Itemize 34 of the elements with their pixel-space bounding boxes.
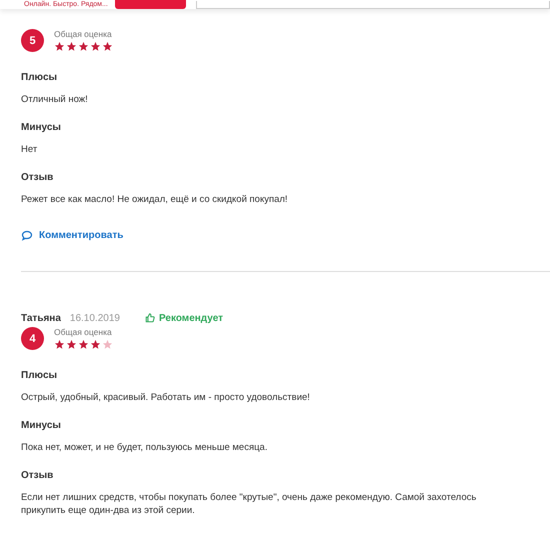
section-text: Острый, удобный, красивый. Работать им - просто удовольствие! bbox=[21, 391, 311, 404]
rating-label: Общая оценка bbox=[54, 327, 113, 337]
section-title: Минусы bbox=[21, 122, 62, 133]
section-title: Минусы bbox=[21, 420, 62, 431]
section-text: Режет все как масло! Не ожидал, ещё и со скидкой покупал! bbox=[21, 193, 289, 206]
star-icon bbox=[90, 339, 101, 350]
section-text: Если нет лишних средств, чтобы покупать более "крутые", очень даже рекомендую. Самой захотелось прикупить еще один-два из этой серии. bbox=[21, 491, 478, 517]
section-title: Плюсы bbox=[21, 72, 58, 83]
comment-link[interactable]: Комментировать bbox=[21, 230, 550, 241]
section-title: Отзыв bbox=[21, 172, 54, 183]
star-icon bbox=[66, 339, 77, 350]
recommends-text: Рекомендует bbox=[158, 312, 224, 324]
speech-bubble-icon bbox=[21, 230, 33, 241]
thumbs-up-icon bbox=[144, 313, 155, 323]
star-icon bbox=[78, 41, 89, 52]
star-icon bbox=[66, 41, 77, 52]
star-icon bbox=[90, 41, 101, 52]
section-text: Пока нет, может, и не будет, пользуюсь меньше месяца. bbox=[21, 441, 268, 454]
search-field[interactable] bbox=[196, 1, 550, 9]
section-title: Отзыв bbox=[21, 470, 54, 481]
review-date: 16.10.2019 bbox=[70, 312, 120, 324]
star-icon bbox=[102, 339, 113, 350]
section-title: Плюсы bbox=[21, 370, 58, 381]
star-icon bbox=[54, 41, 65, 52]
star-icon bbox=[102, 41, 113, 52]
reviewer-name: Татьяна bbox=[21, 312, 61, 324]
star-icon bbox=[54, 339, 65, 350]
star-icon bbox=[78, 339, 89, 350]
rating-badge: 4 bbox=[21, 327, 44, 350]
catalog-button[interactable] bbox=[115, 0, 186, 9]
rating-badge: 5 bbox=[21, 29, 44, 52]
section-text: Отличный нож! bbox=[21, 93, 89, 106]
section-text: Нет bbox=[21, 143, 38, 156]
rating-label: Общая оценка bbox=[54, 29, 113, 39]
